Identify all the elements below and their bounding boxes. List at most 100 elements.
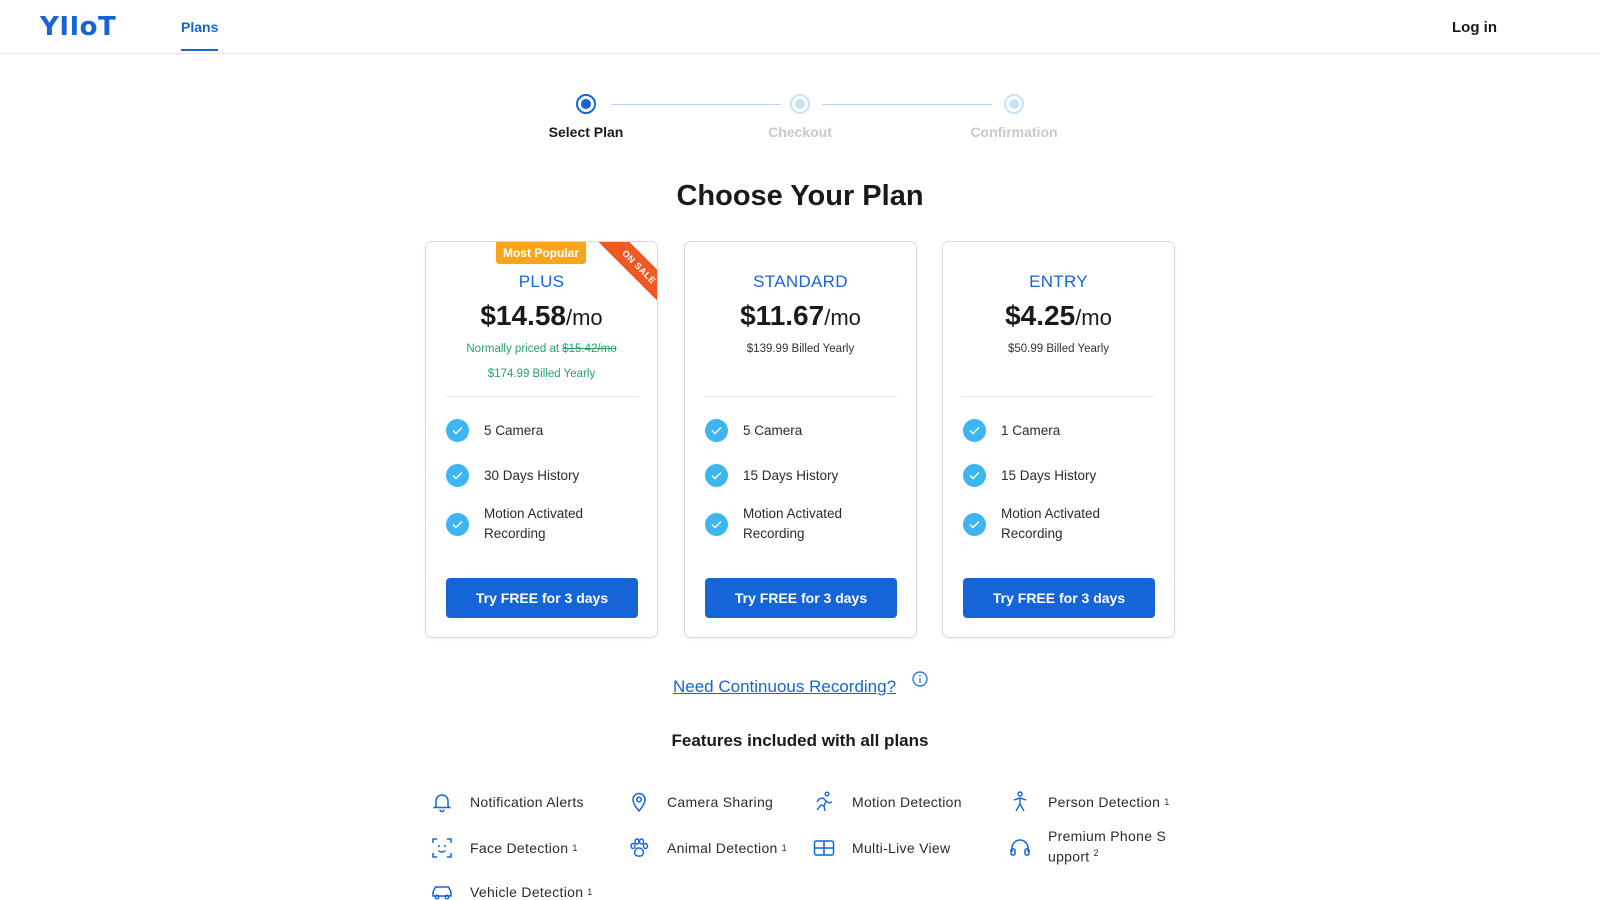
feature-vehicle-detection: Vehicle Detection 1: [430, 880, 593, 900]
step-confirmation-indicator: [1004, 94, 1024, 114]
price-amount: $4.25: [1005, 300, 1076, 331]
feature-label: Vehicle Detection: [470, 884, 584, 900]
feature-label: Premium Phone S upport: [1048, 828, 1167, 865]
plan-name: ENTRY: [1029, 272, 1088, 291]
page-title: Choose Your Plan: [676, 180, 924, 212]
plan-feature-label: 30 Days History: [484, 467, 580, 483]
stepper-connector: [822, 104, 992, 105]
step-checkout-indicator: [790, 94, 810, 114]
check-icon: [446, 512, 469, 536]
plan-feature-label: Motion Activated Recording: [484, 506, 584, 541]
person-icon: [1013, 791, 1027, 812]
price-period: /mo: [565, 305, 603, 330]
plan-card-standard[interactable]: STANDARD $11.67/mo $139.99 Billed Yearly…: [684, 241, 917, 638]
plan-name: PLUS: [518, 272, 565, 291]
stepper-connector: [611, 104, 781, 105]
car-icon: [432, 886, 452, 900]
plan-price: $4.25/mo: [943, 300, 1174, 332]
footnote-marker: 1: [781, 843, 787, 853]
try-free-button[interactable]: Try FREE for 3 days: [963, 578, 1155, 618]
location-pin-icon: [632, 792, 646, 813]
plan-feature: 15 Days History: [963, 464, 1163, 487]
feature-label-wrap: Premium Phone S upport 2: [1048, 828, 1178, 866]
feature-animal-detection: Animal Detection 1: [627, 836, 787, 860]
plan-price: $11.67/mo: [685, 300, 916, 332]
plan-feature: 1 Camera: [963, 419, 1163, 442]
checkout-stepper: Select Plan Checkout Confirmation: [0, 88, 1600, 148]
check-icon: [705, 419, 728, 442]
grid-view-icon: [813, 840, 835, 856]
step-select-plan-indicator: [576, 94, 596, 114]
feature-label: Face Detection: [470, 840, 569, 856]
try-free-button[interactable]: Try FREE for 3 days: [446, 578, 638, 618]
card-divider: [445, 396, 638, 397]
plan-feature: 5 Camera: [446, 419, 646, 442]
check-icon: [963, 512, 986, 536]
bell-icon: [432, 794, 452, 813]
plan-feature: Motion Activated Recording: [446, 504, 606, 544]
card-divider: [704, 396, 897, 397]
check-icon: [963, 464, 986, 487]
footnote-marker: 2: [1093, 848, 1099, 858]
headset-icon: [1010, 839, 1030, 856]
feature-motion-detection: Motion Detection: [812, 790, 962, 814]
login-link[interactable]: Log in: [1452, 19, 1497, 36]
normal-price-strikethrough: $15.42/mo: [562, 343, 617, 355]
plan-feature: Motion Activated Recording: [705, 504, 865, 544]
price-period: /mo: [1075, 305, 1112, 330]
feature-camera-sharing: Camera Sharing: [627, 790, 773, 814]
feature-label: Multi-Live View: [852, 840, 951, 856]
plan-feature: 30 Days History: [446, 464, 646, 487]
step-confirmation-label: Confirmation: [970, 124, 1058, 140]
footnote-marker: 1: [587, 887, 593, 897]
normal-price-prefix: Normally priced at: [466, 343, 563, 355]
features-section-title: Features included with all plans: [671, 731, 929, 750]
plan-feature-label: 15 Days History: [1001, 467, 1097, 483]
plan-feature: 5 Camera: [705, 419, 905, 442]
plan-feature-label: Motion Activated Recording: [1001, 506, 1101, 541]
plan-card-plus[interactable]: Most Popular ON SALE PLUS $14.58/mo Norm…: [425, 241, 658, 638]
info-icon[interactable]: [912, 671, 928, 687]
feature-label: Motion Detection: [852, 794, 962, 810]
plan-price: $14.58/mo: [426, 300, 657, 332]
footnote-marker: 1: [1164, 797, 1170, 807]
brand-logo[interactable]: YIIoT: [40, 12, 116, 42]
running-person-icon: [816, 791, 833, 812]
feature-label: Camera Sharing: [667, 794, 774, 810]
normal-price-note: Normally priced at $15.42/mo: [426, 343, 657, 355]
check-icon: [446, 419, 469, 442]
billed-yearly: $174.99 Billed Yearly: [487, 368, 596, 380]
check-icon: [705, 512, 728, 536]
plan-feature-label: 15 Days History: [743, 467, 839, 483]
check-icon: [705, 464, 728, 487]
price-amount: $14.58: [480, 300, 566, 331]
plan-feature-label: 5 Camera: [484, 422, 544, 438]
nav-tab-plans[interactable]: Plans: [181, 19, 219, 51]
feature-premium-phone-support: Premium Phone S upport 2: [1008, 828, 1178, 866]
try-free-button[interactable]: Try FREE for 3 days: [705, 578, 897, 618]
plan-feature-label: 1 Camera: [1001, 422, 1061, 438]
price-amount: $11.67: [740, 300, 825, 331]
plan-feature: 15 Days History: [705, 464, 905, 487]
face-scan-icon: [432, 838, 452, 858]
plan-card-entry[interactable]: ENTRY $4.25/mo $50.99 Billed Yearly 1 Ca…: [942, 241, 1175, 638]
check-icon: [963, 419, 986, 442]
check-icon: [446, 464, 469, 487]
top-navigation-bar: YIIoT Plans Log in: [0, 0, 1600, 54]
card-divider: [962, 396, 1155, 397]
feature-multi-live-view: Multi-Live View: [812, 836, 950, 860]
step-select-plan-label: Select Plan: [548, 124, 624, 140]
footnote-marker: 1: [572, 843, 578, 853]
plan-feature-label: Motion Activated Recording: [743, 506, 843, 541]
billed-yearly: $139.99 Billed Yearly: [746, 343, 855, 355]
feature-person-detection: Person Detection 1: [1008, 790, 1170, 814]
feature-face-detection: Face Detection 1: [430, 836, 578, 860]
feature-notification-alerts: Notification Alerts: [430, 790, 584, 814]
price-period: /mo: [824, 305, 861, 330]
feature-label: Notification Alerts: [470, 794, 584, 810]
paw-icon: [630, 838, 649, 857]
continuous-recording-link[interactable]: Need Continuous Recording?: [673, 677, 896, 697]
step-checkout-label: Checkout: [768, 124, 832, 140]
billed-yearly: $50.99 Billed Yearly: [1007, 343, 1110, 355]
feature-label: Person Detection: [1048, 794, 1161, 810]
